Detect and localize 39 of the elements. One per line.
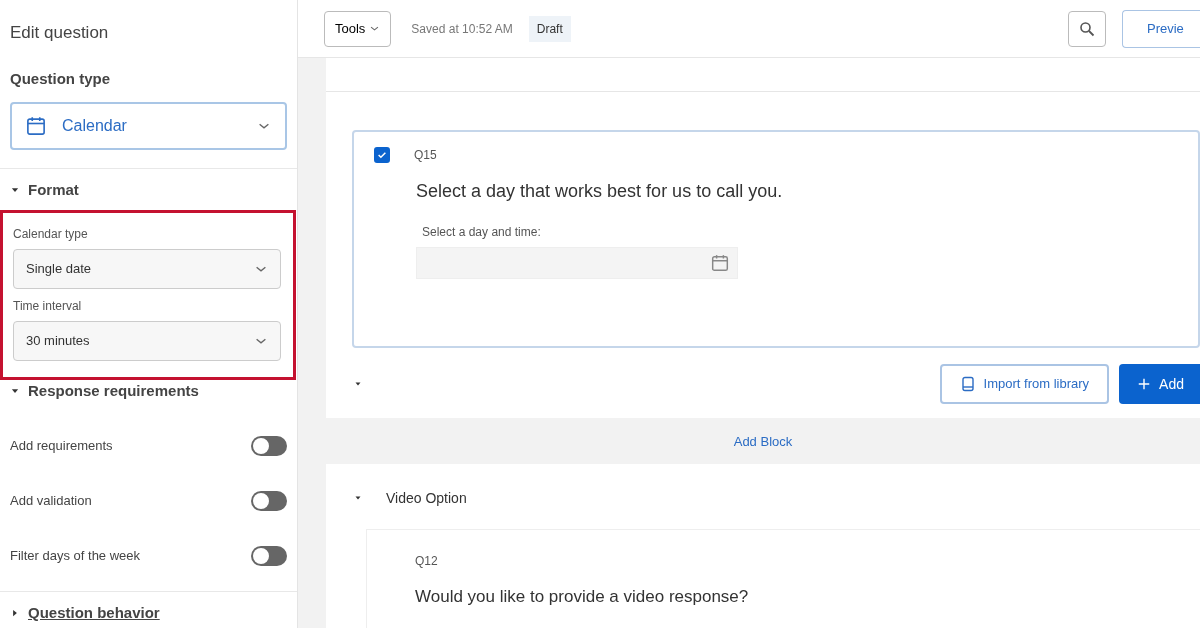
select-dropdown[interactable]: Single date bbox=[13, 248, 281, 289]
import-button[interactable]: Import from library bbox=[939, 364, 1110, 404]
field-label: Select a day and time: bbox=[422, 224, 542, 241]
question-number: Q15 bbox=[414, 147, 437, 164]
save-status: Saved at 10:52 AM bbox=[411, 20, 513, 38]
search-button[interactable] bbox=[1068, 10, 1106, 47]
section-label: Question type bbox=[10, 68, 111, 89]
field-label: Calendar type bbox=[13, 225, 89, 243]
question-number: Q12 bbox=[415, 552, 439, 570]
question-text: Select a day that works best for us to call you. bbox=[416, 180, 784, 203]
date-field[interactable] bbox=[416, 247, 738, 279]
add-block-link[interactable]: Add Block bbox=[733, 434, 793, 449]
section-header[interactable]: Question behavior bbox=[10, 602, 287, 625]
add-button[interactable]: Add bbox=[1119, 364, 1200, 404]
plus-icon bbox=[1137, 377, 1152, 391]
calendar-icon bbox=[711, 254, 729, 272]
toggle-switch[interactable] bbox=[251, 490, 287, 511]
tools-dropdown[interactable]: Tools bbox=[324, 10, 392, 47]
toggle-switch[interactable] bbox=[251, 435, 287, 456]
preview-button[interactable]: Previe bbox=[1122, 9, 1200, 48]
block-title: Video Option bbox=[386, 488, 467, 508]
section-header[interactable]: Format bbox=[10, 179, 287, 202]
panel-title: Edit question bbox=[10, 22, 110, 44]
status-badge: Draft bbox=[528, 15, 571, 42]
checkbox[interactable] bbox=[374, 147, 390, 163]
book-icon bbox=[959, 376, 976, 392]
toggle-switch[interactable] bbox=[251, 545, 287, 566]
toggle-label: Add validation bbox=[10, 491, 92, 510]
question-text: Would you like to provide a video response? bbox=[415, 585, 750, 608]
toggle-label: Add requirements bbox=[10, 436, 113, 455]
section-header[interactable]: Response requirements bbox=[10, 379, 287, 402]
toggle-label: Filter days of the week bbox=[10, 546, 141, 565]
calendar-icon bbox=[26, 116, 46, 136]
select-dropdown[interactable]: 30 minutes bbox=[13, 320, 281, 361]
search-icon bbox=[1079, 20, 1095, 37]
field-label: Time interval bbox=[13, 297, 83, 315]
question-type-dropdown[interactable]: Calendar bbox=[10, 102, 287, 150]
collapse-icon bbox=[354, 380, 362, 388]
collapse-icon bbox=[354, 494, 362, 502]
